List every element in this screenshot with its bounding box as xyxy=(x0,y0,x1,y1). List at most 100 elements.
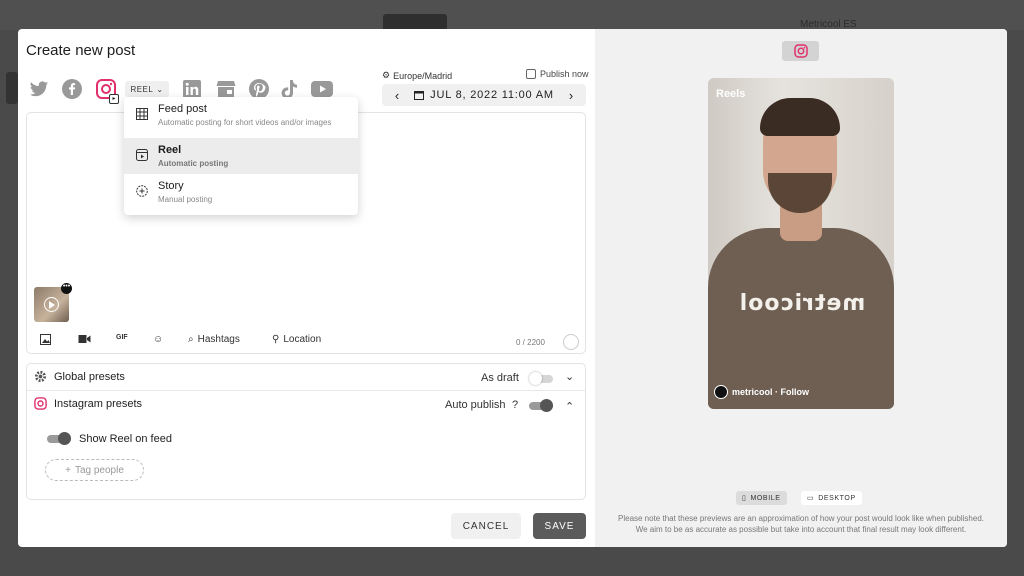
globe-icon: ⚙ xyxy=(382,70,391,80)
image-icon xyxy=(40,334,51,345)
date-display[interactable]: JUL 8, 2022 11:00 AM xyxy=(414,89,554,101)
publish-now-checkbox[interactable]: Publish now xyxy=(526,69,589,79)
toggle-knob xyxy=(529,372,542,385)
dropdown-item-feed-post[interactable]: Feed post Automatic posting for short vi… xyxy=(124,97,358,133)
desktop-view-button[interactable]: ▭ DESKTOP xyxy=(801,491,862,505)
calendar-icon xyxy=(414,91,425,100)
dropdown-item-label: Reel xyxy=(158,144,182,156)
timezone-selector[interactable]: ⚙ Europe/Madrid xyxy=(382,70,452,81)
preview-account: metricool · Follow xyxy=(714,385,809,399)
account-name: metricool · Follow xyxy=(732,387,810,397)
post-type-dropdown: Feed post Automatic posting for short vi… xyxy=(124,97,358,215)
tiktok-icon[interactable] xyxy=(278,79,300,99)
play-icon xyxy=(44,297,59,312)
show-reel-on-feed-toggle[interactable] xyxy=(47,432,71,445)
preview-person-shirt xyxy=(708,228,894,409)
chevron-up-icon[interactable]: ⌃ xyxy=(565,400,574,413)
auto-publish-label: Auto publish xyxy=(445,399,506,411)
mobile-view-button[interactable]: ▯ MOBILE xyxy=(736,491,787,505)
location-pin-icon: ⚲ xyxy=(272,334,280,345)
tag-people-button[interactable]: + Tag people xyxy=(45,459,144,481)
dropdown-item-label: Story xyxy=(158,180,184,192)
global-presets-row[interactable]: Global presets As draft ⌄ xyxy=(27,364,585,391)
chevron-down-icon: ⌄ xyxy=(156,84,164,94)
auto-publish-toggle[interactable] xyxy=(529,399,553,412)
dropdown-item-label: Feed post xyxy=(158,103,207,115)
modal-title: Create new post xyxy=(26,42,136,59)
cancel-button[interactable]: CANCEL xyxy=(451,513,521,539)
instagram-presets-row[interactable]: Instagram presets Auto publish ? ⌃ xyxy=(27,391,585,418)
checkbox-box[interactable] xyxy=(526,69,536,79)
progress-circle xyxy=(563,334,579,350)
hashtags-button[interactable]: ⌕ Hashtags xyxy=(188,334,240,345)
reel-icon xyxy=(136,149,148,161)
preview-person-hair xyxy=(760,98,840,136)
reel-badge-icon: ▸ xyxy=(109,94,119,104)
save-button[interactable]: SAVE xyxy=(533,513,586,539)
global-presets-label: Global presets xyxy=(54,371,125,383)
facebook-icon[interactable] xyxy=(61,79,83,99)
disclaimer-line: Please note that these previews are an a… xyxy=(618,514,984,523)
next-date-icon[interactable]: › xyxy=(564,88,578,103)
create-post-modal: Create new post ▸ REEL ⌄ ⚙ Europe/Madrid… xyxy=(18,29,1007,547)
character-counter: 0 / 2200 xyxy=(516,338,545,347)
dropdown-item-description: Automatic posting for short videos and/o… xyxy=(158,118,332,127)
instagram-icon xyxy=(793,44,808,58)
emoji-button[interactable]: ☺ xyxy=(153,334,163,345)
post-type-select[interactable]: REEL ⌄ xyxy=(125,81,169,97)
post-type-value: REEL xyxy=(130,84,154,94)
video-upload-button[interactable] xyxy=(78,334,91,344)
preview-disclaimer: Please note that these previews are an a… xyxy=(605,513,997,535)
timezone-label: Europe/Madrid xyxy=(393,70,453,81)
twitter-icon[interactable] xyxy=(28,79,50,99)
gear-icon xyxy=(34,370,47,383)
monitor-icon: ▭ xyxy=(807,495,815,502)
desktop-label: DESKTOP xyxy=(818,494,856,502)
as-draft-label: As draft xyxy=(481,372,519,384)
dropdown-item-story[interactable]: Story Manual posting xyxy=(124,174,358,210)
instagram-presets-label: Instagram presets xyxy=(54,398,143,410)
dropdown-item-reel[interactable]: Reel Automatic posting xyxy=(124,138,358,174)
show-reel-on-feed-label: Show Reel on feed xyxy=(79,433,172,445)
reels-label: Reels xyxy=(716,88,746,100)
hashtags-label: Hashtags xyxy=(197,334,240,345)
background-header xyxy=(0,0,1024,30)
story-icon xyxy=(136,185,148,197)
preview-panel: metricool Reels metricool · Follow ▯ MOB… xyxy=(595,29,1007,547)
youtube-icon[interactable] xyxy=(310,79,334,99)
background-sidebar-item xyxy=(6,72,18,104)
reel-preview: metricool Reels metricool · Follow xyxy=(708,78,894,409)
prev-date-icon[interactable]: ‹ xyxy=(390,88,404,103)
instagram-icon xyxy=(34,397,47,410)
location-button[interactable]: ⚲ Location xyxy=(272,334,321,345)
date-value: JUL 8, 2022 11:00 AM xyxy=(430,89,554,101)
chevron-down-icon[interactable]: ⌄ xyxy=(565,370,574,383)
publish-now-label: Publish now xyxy=(540,69,589,79)
linkedin-icon[interactable] xyxy=(181,79,203,99)
pinterest-icon[interactable] xyxy=(248,79,270,99)
toggle-knob xyxy=(58,432,71,445)
avatar xyxy=(714,385,728,399)
presets-panel: Global presets As draft ⌄ Instagram pres… xyxy=(26,363,586,500)
gif-button[interactable]: GIF xyxy=(116,334,128,341)
emoji-icon: ☺ xyxy=(153,334,164,345)
shirt-logo-text: metricool xyxy=(738,291,866,316)
tag-people-label: Tag people xyxy=(74,464,124,476)
image-upload-button[interactable] xyxy=(40,334,51,345)
as-draft-toggle[interactable] xyxy=(529,372,553,385)
grid-icon xyxy=(136,108,148,120)
location-label: Location xyxy=(283,334,322,345)
disclaimer-line: We aim to be as accurate as possible but… xyxy=(635,525,967,534)
preview-tab-instagram[interactable] xyxy=(782,41,819,61)
help-icon[interactable]: ? xyxy=(512,399,518,411)
phone-icon: ▯ xyxy=(742,495,747,502)
plus-icon: + xyxy=(65,464,71,476)
mobile-label: MOBILE xyxy=(750,494,781,502)
search-icon: ⌕ xyxy=(188,334,194,345)
google-business-icon[interactable] xyxy=(215,79,237,99)
editor-panel: Create new post ▸ REEL ⌄ ⚙ Europe/Madrid… xyxy=(18,29,595,547)
dropdown-item-description: Manual posting xyxy=(158,195,213,204)
toggle-knob xyxy=(540,399,553,412)
more-options-icon[interactable]: ••• xyxy=(61,283,72,294)
date-picker[interactable]: ‹ JUL 8, 2022 11:00 AM › xyxy=(382,84,586,106)
